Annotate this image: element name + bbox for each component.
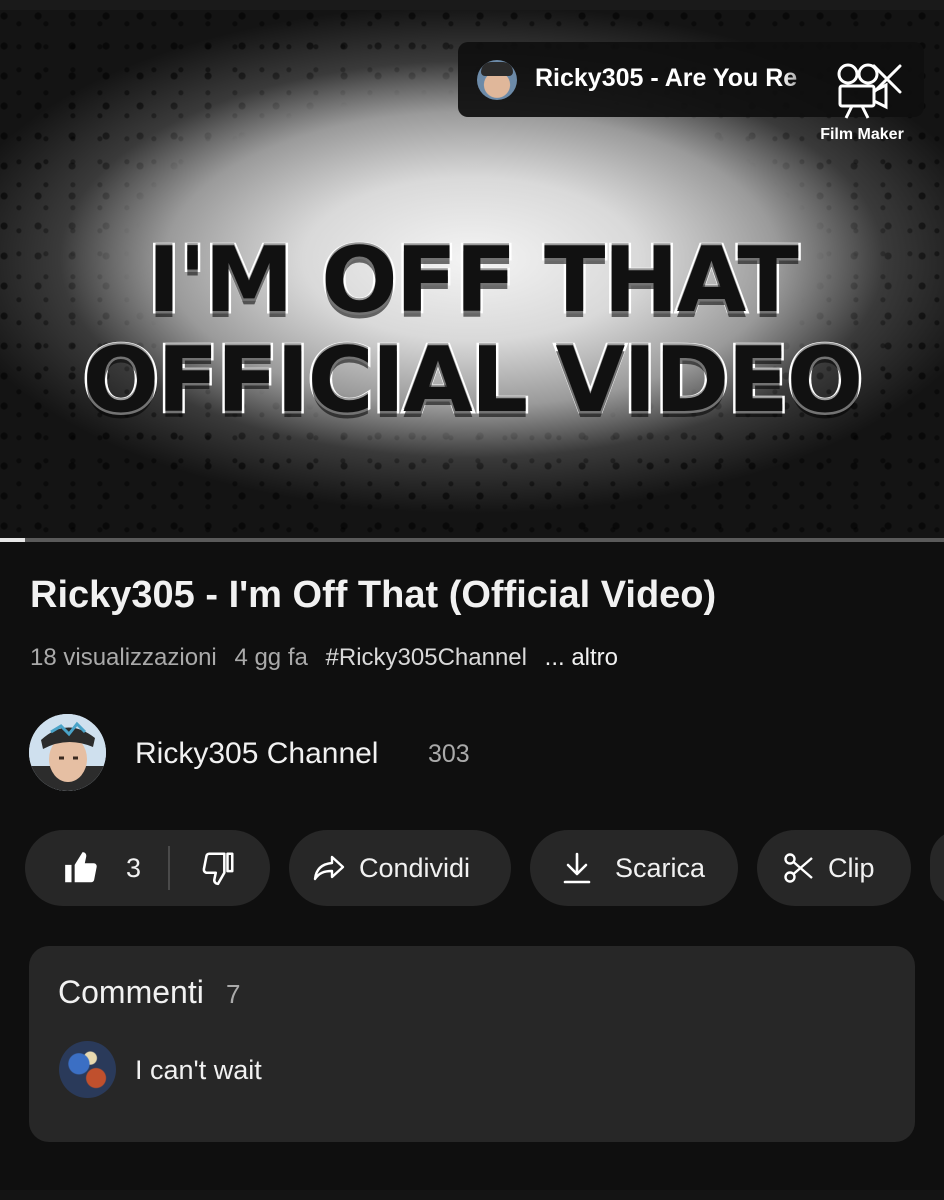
upload-age: 4 gg fa: [234, 644, 308, 671]
download-button[interactable]: Scarica: [530, 830, 738, 906]
share-arrow-icon: [313, 855, 345, 881]
channel-avatar-image: [29, 714, 106, 791]
comments-panel[interactable]: Commenti 7 I can't wait: [29, 946, 915, 1142]
like-count: 3: [126, 853, 142, 883]
subscriber-count: 303: [428, 740, 470, 768]
mini-player-title[interactable]: Ricky305 - Are You Re: [535, 64, 825, 93]
scissors-icon: [784, 853, 813, 883]
hashtag-link[interactable]: #Ricky305Channel: [326, 644, 527, 671]
video-progress-fill: [0, 538, 26, 542]
video-overlay-title-line1: I'M OFF THAT: [145, 226, 802, 336]
like-divider: [168, 846, 170, 890]
share-label: Condividi: [359, 853, 471, 883]
video-progress-bar[interactable]: [0, 538, 944, 542]
video-player[interactable]: I'M OFF THAT OFFICIAL VIDEO Ricky305 - A…: [0, 10, 944, 540]
watermark-label: Film Maker: [820, 126, 904, 143]
like-dislike-control[interactable]: 3: [25, 830, 270, 906]
download-icon: [563, 852, 591, 884]
thumbs-down-icon[interactable]: [199, 849, 237, 887]
close-icon[interactable]: [870, 62, 904, 96]
mini-player-avatar: [477, 60, 517, 100]
bottom-strip: [0, 1190, 944, 1200]
video-overlay-title-line2: OFFICIAL VIDEO: [80, 326, 866, 436]
view-count: 18 visualizzazioni: [30, 644, 217, 671]
comments-count: 7: [226, 979, 241, 1009]
video-meta-line: 18 visualizzazioni 4 gg fa #Ricky305Chan…: [30, 644, 618, 672]
download-label: Scarica: [615, 853, 706, 883]
channel-avatar[interactable]: [29, 714, 106, 791]
video-title: Ricky305 - I'm Off That (Official Video): [30, 574, 717, 616]
channel-name[interactable]: Ricky305 Channel: [135, 737, 378, 771]
top-comment-text: I can't wait: [135, 1055, 262, 1085]
thumbs-up-icon[interactable]: [62, 849, 100, 887]
status-strip: [0, 0, 944, 10]
commenter-avatar: [59, 1041, 116, 1098]
more-actions-button[interactable]: [930, 830, 944, 906]
more-description-link[interactable]: ... altro: [545, 644, 618, 671]
clip-button[interactable]: Clip: [757, 830, 911, 906]
comments-title: Commenti: [58, 974, 204, 1010]
share-button[interactable]: Condividi: [289, 830, 511, 906]
clip-label: Clip: [828, 853, 875, 883]
